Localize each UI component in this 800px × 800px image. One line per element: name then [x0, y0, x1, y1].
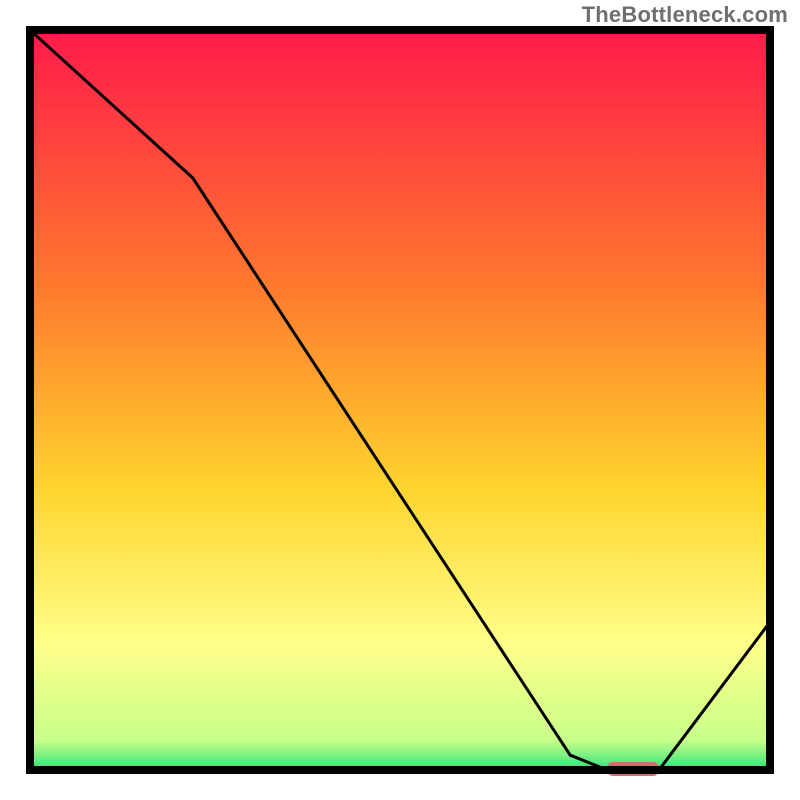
gradient-background	[30, 30, 770, 770]
bottleneck-chart	[0, 0, 800, 800]
chart-container: TheBottleneck.com	[0, 0, 800, 800]
